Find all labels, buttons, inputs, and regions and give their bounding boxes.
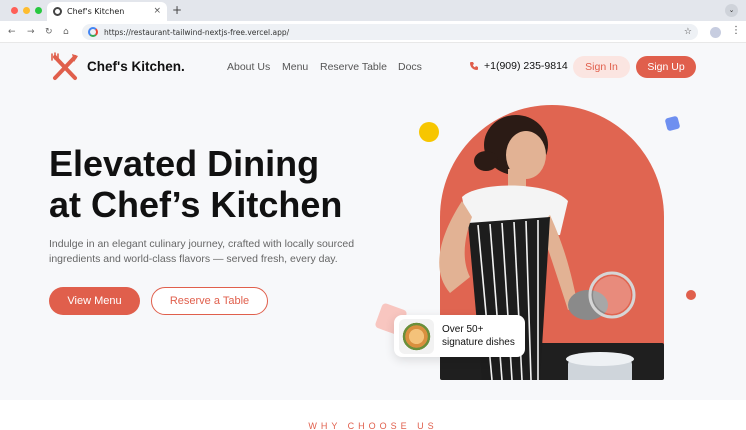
minimize-window-button[interactable]: [23, 7, 30, 14]
hero-subtitle-line-1: Indulge in an elegant culinary journey, …: [49, 238, 355, 250]
bookmark-star-icon[interactable]: ☆: [684, 27, 692, 37]
hero-subtitle: Indulge in an elegant culinary journey, …: [49, 237, 379, 267]
window-controls: [11, 7, 42, 14]
sign-up-button[interactable]: Sign Up: [636, 56, 696, 78]
badge-line-2: signature dishes: [442, 337, 515, 348]
signature-dishes-text: Over 50+ signature dishes: [442, 323, 515, 349]
back-button[interactable]: ←: [8, 25, 16, 39]
blue-square-decoration: [664, 115, 681, 132]
red-dot-decoration: [686, 290, 696, 300]
hero-title-line-1: Elevated Dining: [49, 143, 320, 184]
nav-docs[interactable]: Docs: [398, 61, 422, 73]
browser-tab-strip: Chef's Kitchen × + ⌄: [0, 0, 746, 21]
forward-button[interactable]: →: [27, 25, 35, 39]
reload-button[interactable]: ↻: [45, 25, 53, 39]
home-button[interactable]: ⌂: [63, 25, 69, 39]
tab-favicon-icon: [53, 7, 62, 16]
hero-subtitle-line-2: ingredients and world-class flavors — se…: [49, 253, 338, 265]
dish-thumbnail-image: [399, 318, 434, 354]
close-window-button[interactable]: [11, 7, 18, 14]
browser-menu-icon[interactable]: ⋮: [731, 25, 741, 37]
phone-icon: [470, 62, 478, 70]
phone-contact[interactable]: +1(909) 235-9814: [469, 60, 568, 72]
address-bar[interactable]: https://restaurant-tailwind-nextjs-free.…: [82, 24, 698, 40]
hero-title: Elevated Dining at Chef’s Kitchen: [49, 143, 409, 225]
new-tab-button[interactable]: +: [172, 3, 182, 17]
nav-menu[interactable]: Menu: [282, 61, 308, 73]
badge-line-1: Over 50+: [442, 324, 484, 335]
url-text[interactable]: https://restaurant-tailwind-nextjs-free.…: [104, 28, 684, 37]
maximize-window-button[interactable]: [35, 7, 42, 14]
signature-dishes-badge: Over 50+ signature dishes: [394, 315, 525, 357]
google-icon: [88, 27, 98, 37]
hero-title-line-2: at Chef’s Kitchen: [49, 184, 343, 225]
why-choose-us-heading: WHY CHOOSE US: [308, 421, 438, 430]
sign-in-button[interactable]: Sign In: [573, 56, 630, 78]
nav-about-us[interactable]: About Us: [227, 61, 270, 73]
brand-name[interactable]: Chef's Kitchen.: [87, 59, 185, 74]
browser-tab[interactable]: Chef's Kitchen ×: [47, 2, 167, 21]
browser-toolbar: ← → ↻ ⌂ https://restaurant-tailwind-next…: [0, 21, 746, 43]
fork-knife-logo-icon[interactable]: [50, 52, 80, 82]
tab-close-icon[interactable]: ×: [153, 7, 161, 16]
profile-avatar[interactable]: [710, 27, 721, 38]
nav-reserve-table[interactable]: Reserve Table: [320, 61, 387, 73]
page-content: Chef's Kitchen. About Us Menu Reserve Ta…: [0, 43, 746, 430]
tab-title: Chef's Kitchen: [67, 7, 125, 16]
phone-number[interactable]: +1(909) 235-9814: [484, 60, 568, 72]
tab-search-dropdown-icon[interactable]: ⌄: [725, 4, 738, 17]
reserve-table-button[interactable]: Reserve a Table: [151, 287, 268, 315]
view-menu-button[interactable]: View Menu: [49, 287, 140, 315]
